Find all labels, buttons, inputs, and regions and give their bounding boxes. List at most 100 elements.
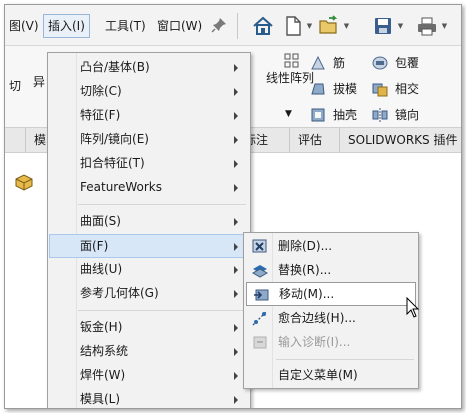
import-diagnostics-icon [251, 333, 269, 351]
menu-item-face[interactable]: 面(F) [49, 234, 247, 258]
shell-label[interactable]: 抽壳 [333, 107, 357, 123]
menu-tools[interactable]: 工具(T) [101, 15, 150, 37]
app-window: 图(V) 插入(I) 工具(T) 窗口(W) ▼ ▼ ▼ ▼ 切 异 线性阵列 … [4, 4, 462, 409]
wrap-icon[interactable] [371, 54, 389, 72]
mirror-label[interactable]: 镜向 [395, 107, 419, 123]
rib-icon[interactable] [309, 54, 327, 72]
menu-item-label: 替换(R)... [278, 263, 332, 277]
menu-item-label: 特征(F) [80, 108, 121, 122]
submenu-arrow-icon [234, 372, 238, 380]
shell-icon[interactable] [309, 106, 327, 124]
menu-view[interactable]: 图(V) [5, 15, 43, 37]
submenu-arrow-icon [234, 324, 238, 332]
menu-item-heal-edges[interactable]: 愈合边线(H)... [246, 307, 414, 329]
intersect-label[interactable]: 相交 [395, 81, 419, 97]
draft-label[interactable]: 拔模 [333, 81, 357, 97]
move-face-icon [252, 285, 270, 303]
pin-icon[interactable] [211, 17, 227, 33]
menu-item-label: 结构系统 [80, 344, 129, 358]
menu-item-label: FeatureWorks [80, 180, 162, 194]
intersect-icon[interactable] [371, 80, 389, 98]
menu-separator [78, 310, 246, 311]
draft-icon[interactable] [309, 80, 327, 98]
submenu-arrow-icon [234, 396, 238, 404]
submenu-arrow-icon [234, 64, 238, 72]
submenu-arrow-icon [234, 184, 238, 192]
menu-item-label: 切除(C) [80, 84, 122, 98]
menu-item-label: 自定义菜单(M) [278, 368, 358, 382]
part-feature-icon[interactable] [13, 171, 35, 193]
menu-item-cut[interactable]: 切除(C) [50, 80, 246, 102]
menu-item-label: 曲线(U) [80, 262, 123, 276]
print-dropdown-icon[interactable]: ▼ [441, 23, 448, 30]
menu-item-curve[interactable]: 曲线(U) [50, 258, 246, 280]
menu-item-label: 移动(M)... [279, 287, 335, 301]
submenu-arrow-icon [234, 266, 238, 274]
menu-item-label: 钣金(H) [80, 320, 123, 334]
replace-face-icon [251, 261, 269, 279]
mirror-icon[interactable] [371, 106, 389, 124]
menu-item-move-face[interactable]: 移动(M)... [246, 282, 416, 306]
menu-item-surface[interactable]: 曲面(S) [50, 210, 246, 232]
submenu-arrow-icon [234, 348, 238, 356]
save-icon[interactable] [371, 14, 395, 38]
menu-item-structure-system[interactable]: 结构系统 [50, 340, 246, 362]
print-icon[interactable] [415, 14, 439, 38]
menu-item-label: 删除(D)... [278, 239, 333, 253]
menu-item-weldments[interactable]: 焊件(W) [50, 364, 246, 386]
insert-menu: 凸台/基体(B) 切除(C) 特征(F) 阵列/镜向(E) 扣合特征(T) Fe… [47, 52, 251, 408]
save-dropdown-icon[interactable]: ▼ [397, 23, 404, 30]
rib-label[interactable]: 筋 [333, 55, 345, 71]
home-icon[interactable] [251, 14, 275, 38]
ribbon-hole-label[interactable]: 异 [33, 74, 45, 90]
toolbar-separator [237, 13, 238, 39]
menu-insert[interactable]: 插入(I) [43, 14, 90, 38]
menu-item-label: 参考几何体(G) [80, 286, 159, 300]
ribbon-cut-label[interactable]: 切 [9, 78, 21, 94]
menu-item-label: 输入诊断(I)... [278, 335, 351, 349]
face-submenu: 删除(D)... 替换(R)... 移动(M)... 愈合边线(H)... 输入… [243, 232, 419, 389]
submenu-arrow-icon [234, 243, 238, 251]
menu-item-sheet-metal[interactable]: 钣金(H) [50, 316, 246, 338]
menu-item-reference-geometry[interactable]: 参考几何体(G) [50, 282, 246, 304]
menu-item-customize-menu[interactable]: 自定义菜单(M) [246, 364, 414, 386]
new-dropdown-icon[interactable]: ▼ [306, 23, 313, 30]
menu-item-delete-face[interactable]: 删除(D)... [246, 235, 414, 257]
menu-separator [276, 359, 414, 360]
tab-evaluate[interactable]: 评估 [289, 128, 330, 152]
submenu-arrow-icon [234, 160, 238, 168]
menu-item-features[interactable]: 特征(F) [50, 104, 246, 126]
menu-bar: 图(V) 插入(I) 工具(T) 窗口(W) ▼ ▼ ▼ ▼ [5, 5, 461, 45]
linear-pattern-icon[interactable] [283, 52, 301, 70]
menu-item-molds[interactable]: 模具(L) [50, 388, 246, 408]
menu-item-featureworks[interactable]: FeatureWorks [50, 176, 246, 198]
submenu-arrow-icon [234, 88, 238, 96]
menu-item-boss-base[interactable]: 凸台/基体(B) [50, 56, 246, 78]
menu-item-label: 凸台/基体(B) [80, 60, 150, 74]
menu-item-pattern-mirror[interactable]: 阵列/镜向(E) [50, 128, 246, 150]
menu-item-import-diagnostics: 输入诊断(I)... [246, 331, 414, 353]
submenu-arrow-icon [234, 112, 238, 120]
submenu-arrow-icon [234, 290, 238, 298]
wrap-label[interactable]: 包覆 [395, 55, 419, 71]
open-file-icon[interactable] [317, 14, 341, 38]
menu-item-fastening-feature[interactable]: 扣合特征(T) [50, 152, 246, 174]
tab-solidworks-addins[interactable]: SOLIDWORKS 插件 [339, 128, 461, 152]
pattern-dropdown-icon[interactable]: ▼ [285, 106, 292, 122]
heal-edges-icon [251, 309, 269, 327]
open-dropdown-icon[interactable]: ▼ [343, 23, 350, 30]
delete-face-icon [251, 237, 269, 255]
menu-item-label: 愈合边线(H)... [278, 311, 356, 325]
submenu-arrow-icon [234, 218, 238, 226]
new-document-icon[interactable] [281, 14, 305, 38]
menu-item-label: 模具(L) [80, 392, 121, 406]
menu-item-label: 面(F) [80, 239, 109, 253]
menu-item-label: 阵列/镜向(E) [80, 132, 149, 146]
menu-separator [78, 204, 246, 205]
submenu-arrow-icon [234, 136, 238, 144]
menu-item-label: 曲面(S) [80, 214, 121, 228]
menu-item-label: 焊件(W) [80, 368, 126, 382]
mouse-cursor-icon [406, 296, 420, 319]
menu-item-replace-face[interactable]: 替换(R)... [246, 259, 414, 281]
menu-window[interactable]: 窗口(W) [153, 15, 206, 37]
